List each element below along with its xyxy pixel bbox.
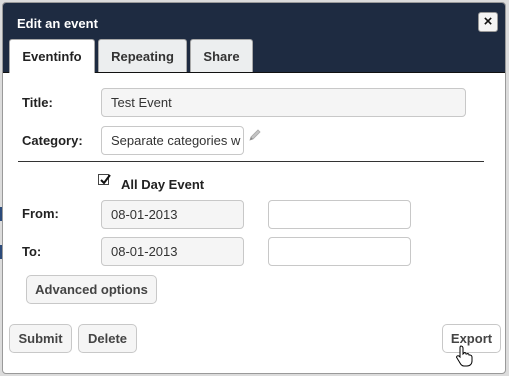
to-label: To: bbox=[22, 244, 42, 259]
category-label: Category: bbox=[22, 133, 83, 148]
title-input[interactable]: Test Event bbox=[101, 88, 466, 117]
dialog-title: Edit an event bbox=[17, 16, 98, 31]
delete-button[interactable]: Delete bbox=[78, 324, 137, 353]
to-date-input[interactable]: 08-01-2013 bbox=[101, 237, 244, 266]
tab-repeating-label: Repeating bbox=[111, 49, 174, 64]
tab-eventinfo-label: Eventinfo bbox=[22, 49, 82, 64]
tab-repeating[interactable]: Repeating bbox=[98, 39, 187, 72]
category-input[interactable]: Separate categories w bbox=[101, 126, 244, 155]
to-time-input[interactable] bbox=[268, 237, 411, 266]
close-button[interactable]: × bbox=[478, 12, 498, 32]
from-date-input[interactable]: 08-01-2013 bbox=[101, 200, 244, 229]
title-label: Title: bbox=[22, 95, 53, 110]
dialog-titlebar: Edit an event × Eventinfo Repeating Shar… bbox=[3, 3, 505, 73]
from-time-input[interactable] bbox=[268, 200, 411, 229]
all-day-label: All Day Event bbox=[121, 177, 205, 192]
section-divider bbox=[18, 161, 484, 162]
all-day-checkbox[interactable] bbox=[98, 174, 111, 185]
advanced-options-button[interactable]: Advanced options bbox=[26, 275, 157, 304]
edit-event-dialog: Edit an event × Eventinfo Repeating Shar… bbox=[2, 2, 506, 374]
submit-button[interactable]: Submit bbox=[9, 324, 72, 353]
close-icon: × bbox=[483, 13, 493, 30]
hand-cursor-icon bbox=[456, 345, 473, 367]
tab-share[interactable]: Share bbox=[190, 39, 253, 72]
tab-share-label: Share bbox=[203, 49, 240, 64]
from-label: From: bbox=[22, 206, 59, 221]
checkmark-icon bbox=[100, 174, 111, 185]
pencil-icon[interactable] bbox=[248, 128, 262, 142]
tab-eventinfo[interactable]: Eventinfo bbox=[9, 39, 95, 73]
